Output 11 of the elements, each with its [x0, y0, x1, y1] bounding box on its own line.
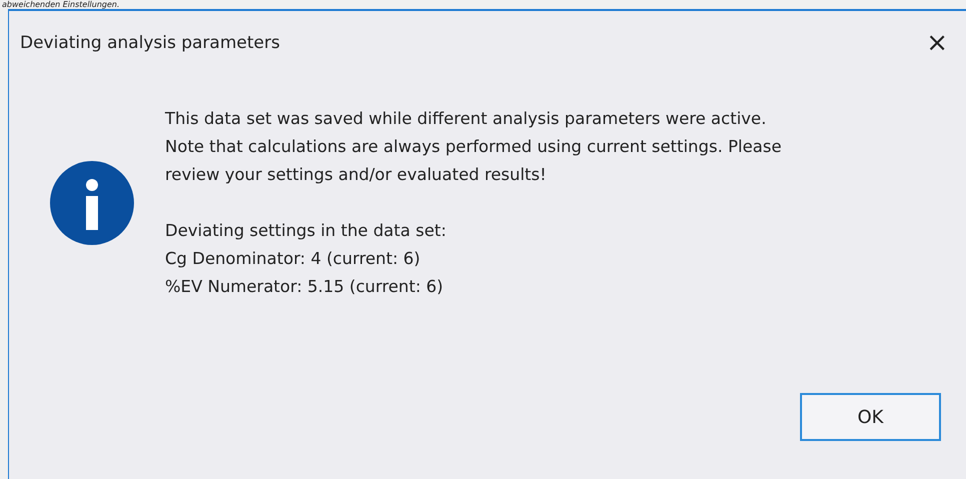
background-text: abweichenden Einstellungen. [1, 0, 121, 9]
window-title: Deviating analysis parameters [20, 33, 280, 53]
message-text: Note that calculations are always performed using current settings. Please [165, 136, 782, 158]
message-text: Deviating settings in the data set: [165, 220, 448, 242]
close-button[interactable]: × [922, 28, 952, 58]
message-text: review your settings and/or evaluated results! [165, 164, 548, 186]
message-text: Cg Denominator: 4 (current: 6) [165, 248, 422, 270]
message-text: %EV Numerator: 5.15 (current: 6) [165, 276, 444, 298]
info-icon [49, 160, 135, 246]
message-text: This data set was saved while different analysis parameters were active. [165, 108, 768, 130]
ok-button[interactable]: OK [800, 393, 941, 441]
